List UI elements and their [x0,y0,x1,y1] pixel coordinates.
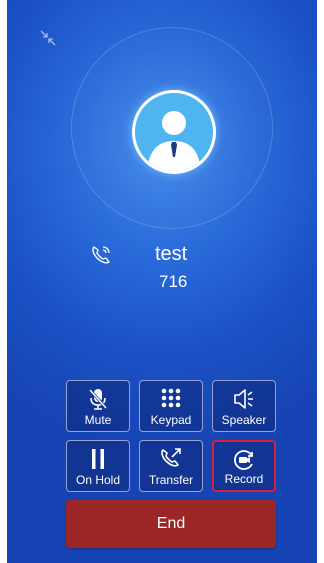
transfer-button[interactable]: Transfer [139,440,203,492]
mute-button[interactable]: Mute [66,380,130,432]
record-icon [214,447,274,473]
call-screen: test 716 Mute Keypad Speaker On Hold Tra… [7,0,317,563]
avatar [132,90,216,174]
caller-name: test [155,243,188,265]
mute-label: Mute [84,413,112,427]
speaker-button[interactable]: Speaker [212,380,276,432]
record-button[interactable]: Record [212,440,276,492]
caller-number: 716 [159,272,188,291]
transfer-label: Transfer [148,473,194,487]
mic-off-icon [67,386,129,412]
end-call-button[interactable]: End [66,500,276,548]
keypad-button[interactable]: Keypad [139,380,203,432]
avatar-person-icon [147,111,201,171]
record-label: Record [224,472,264,486]
keypad-label: Keypad [150,413,192,427]
speaker-label: Speaker [221,413,267,427]
keypad-icon [140,386,202,412]
transfer-call-icon [140,446,202,472]
pause-icon [67,446,129,472]
hold-button[interactable]: On Hold [66,440,130,492]
minimize-icon[interactable] [38,28,58,48]
hold-label: On Hold [75,473,121,487]
speaker-icon [213,386,275,412]
incoming-call-icon [89,243,113,267]
